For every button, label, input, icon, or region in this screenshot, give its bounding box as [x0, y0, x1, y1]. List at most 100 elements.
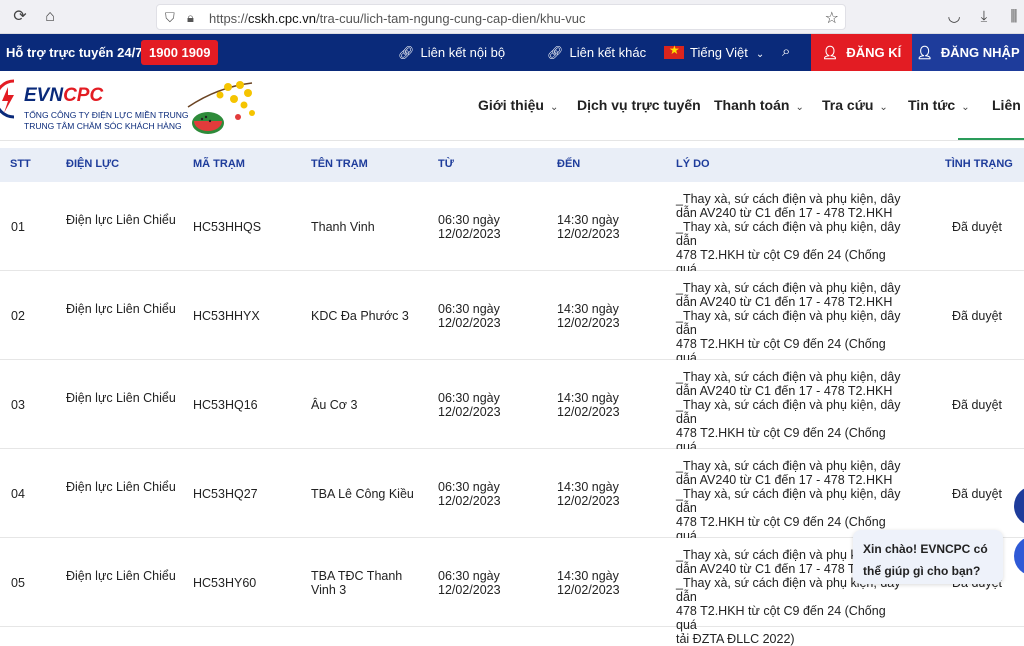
menu-lookup-label: Tra cứu: [822, 97, 874, 113]
download-icon[interactable]: ⤓: [974, 7, 994, 27]
reload-icon[interactable]: ⟳: [10, 7, 30, 27]
ly-do-line: 478 T2.HKH từ cột C9 đến 24 (Chống quá: [676, 604, 886, 632]
menu-payment-label: Thanh toán: [714, 97, 790, 113]
cell-ten-tram: TBA Lê Công Kiều: [311, 487, 414, 501]
hotline-label: Hỗ trợ trực tuyến 24/7:: [6, 45, 147, 60]
logo-wordmark[interactable]: EVNCPC: [24, 85, 103, 107]
link-icon: 🔗︎: [547, 45, 564, 60]
url-prefix: https://: [209, 11, 249, 26]
menu-contact-label: Liên h: [992, 97, 1024, 113]
hotline-number[interactable]: 1900 1909: [141, 40, 219, 65]
cell-tu: 06:30 ngày 12/02/2023: [438, 213, 538, 241]
header-ten-tram: TÊN TRẠM: [311, 158, 368, 170]
ly-do-line: _Thay xà, sứ cách điện và phụ kiện, dây: [676, 281, 901, 295]
cell-den: 14:30 ngày 12/02/2023: [557, 213, 657, 241]
ly-do-line: _Thay xà, sứ cách điện và phụ kiện, dây: [676, 459, 901, 473]
menu-news[interactable]: Tin tức ⌄: [908, 97, 970, 113]
pocket-icon[interactable]: ◡: [944, 7, 964, 27]
lock-icon[interactable]: 🔒︎: [187, 10, 194, 26]
table-row[interactable]: 03 Điện lực Liên Chiểu HC53HQ16 Âu Cơ 3 …: [0, 360, 1024, 468]
cell-den-time: 14:30 ngày: [557, 302, 619, 316]
user-icon: 👤︎: [821, 45, 839, 60]
cell-den-time: 14:30 ngày: [557, 569, 619, 583]
cell-tinh-trang: Đã duyệt: [952, 220, 1003, 234]
table-row[interactable]: 04 Điện lực Liên Chiểu HC53HQ27 TBA Lê C…: [0, 449, 1024, 557]
cell-tu-date: 12/02/2023: [438, 583, 501, 597]
cell-tu-time: 06:30 ngày: [438, 391, 500, 405]
cell-tu-date: 12/02/2023: [438, 494, 501, 508]
menu-online-services[interactable]: Dịch vụ trực tuyến: [577, 97, 701, 113]
ly-do-line: dẫn AV240 từ C1 đến 17 - 478 T2.HKH: [676, 473, 893, 487]
chat-greeting[interactable]: Xin chào! EVNCPC có thể giúp gì cho bạn?: [853, 530, 1003, 584]
cell-den: 14:30 ngày 12/02/2023: [557, 480, 657, 508]
address-bar[interactable]: ⛉ 🔒︎ https://cskh.cpc.vn/tra-cuu/lich-ta…: [156, 4, 846, 30]
chevron-down-icon: ⌄: [879, 102, 888, 113]
table-row[interactable]: 02 Điện lực Liên Chiểu HC53HHYX KDC Đa P…: [0, 271, 1024, 379]
menu-online-services-label: Dịch vụ trực tuyến: [577, 97, 701, 113]
menu-about-label: Giới thiệu: [478, 97, 544, 113]
header-ly-do: LÝ DO: [676, 158, 710, 170]
internal-links-label: Liên kết nội bộ: [420, 45, 506, 60]
evn-logo-icon[interactable]: [0, 77, 20, 121]
chevron-down-icon: ⌄: [549, 102, 559, 113]
cell-ten-tram: Thanh Vinh: [311, 220, 375, 234]
cell-den: 14:30 ngày 12/02/2023: [557, 391, 657, 419]
cell-ma-tram: HC53HHQS: [193, 220, 262, 234]
chevron-down-icon: ⌄: [755, 49, 765, 60]
cell-dien-luc: Điện lực Liên Chiểu: [66, 569, 176, 583]
cell-den: 14:30 ngày 12/02/2023: [557, 302, 657, 330]
ly-do-line: _Thay xà, sứ cách điện và phụ kiện, dây …: [676, 398, 901, 426]
language-select[interactable]: Tiếng Việt ⌄: [664, 43, 765, 60]
shield-icon[interactable]: ⛉: [165, 10, 175, 26]
header-tu: TỪ: [438, 158, 454, 170]
cell-tu: 06:30 ngày 12/02/2023: [438, 391, 538, 419]
menu-lookup[interactable]: Tra cứu ⌄: [822, 97, 888, 113]
cell-tu: 06:30 ngày 12/02/2023: [438, 569, 538, 597]
header-dien-luc: ĐIỆN LỰC: [66, 158, 120, 170]
ly-do-line: _Thay xà, sứ cách điện và phụ kiện, dây …: [676, 487, 901, 515]
login-button[interactable]: 👤︎ ĐĂNG NHẬP: [912, 34, 1024, 71]
search-icon[interactable]: ⌕: [782, 43, 790, 60]
ly-do-line: tải ĐZTA ĐLLC 2022): [676, 632, 795, 646]
table-row[interactable]: 01 Điện lực Liên Chiểu HC53HHQS Thanh Vi…: [0, 182, 1024, 290]
header-tinh-trang: TÌNH TRẠNG: [945, 158, 1013, 170]
register-button[interactable]: 👤︎ ĐĂNG KÍ: [811, 34, 912, 71]
cell-dien-luc: Điện lực Liên Chiểu: [66, 213, 176, 227]
cell-tu-date: 12/02/2023: [438, 316, 501, 330]
cell-tu: 06:30 ngày 12/02/2023: [438, 480, 538, 508]
library-icon[interactable]: ⫼: [1004, 7, 1024, 27]
login-label: ĐĂNG NHẬP: [940, 45, 1020, 60]
url-text[interactable]: https://cskh.cpc.vn/tra-cuu/lich-tam-ngu…: [209, 11, 585, 26]
ly-do-line: _Thay xà, sứ cách điện và phụ kiện, dây …: [676, 309, 901, 337]
cell-den-date: 12/02/2023: [557, 227, 620, 241]
cell-tu-time: 06:30 ngày: [438, 213, 500, 227]
browser-toolbar: ⟳ ⌂ ⛉ 🔒︎ https://cskh.cpc.vn/tra-cuu/lic…: [0, 0, 1024, 34]
cell-den-date: 12/02/2023: [557, 316, 620, 330]
menu-payment[interactable]: Thanh toán ⌄: [714, 97, 804, 113]
chevron-down-icon: ⌄: [795, 102, 804, 113]
home-icon[interactable]: ⌂: [40, 7, 60, 27]
site-header: EVNCPC TỔNG CÔNG TY ĐIỆN LỰC MIỀN TRUNG …: [0, 71, 1024, 141]
language-label: Tiếng Việt: [690, 45, 748, 60]
menu-about[interactable]: Giới thiệu ⌄: [478, 97, 558, 113]
cell-tinh-trang: Đã duyệt: [952, 309, 1003, 323]
cell-den-time: 14:30 ngày: [557, 480, 619, 494]
cell-den-time: 14:30 ngày: [557, 213, 619, 227]
ly-do-line: _Thay xà, sứ cách điện và phụ kiện, dây: [676, 370, 901, 384]
bookmark-star-icon[interactable]: ☆: [825, 8, 839, 28]
url-host: cskh.cpc.vn: [248, 11, 316, 26]
cell-dien-luc: Điện lực Liên Chiểu: [66, 302, 176, 316]
other-links-link[interactable]: 🔗︎ Liên kết khác: [547, 45, 646, 61]
cell-ma-tram: HC53HHYX: [193, 309, 260, 323]
cell-tinh-trang: Đã duyệt: [952, 487, 1003, 501]
internal-links-link[interactable]: 🔗︎ Liên kết nội bộ: [398, 45, 505, 61]
cell-ten-tram: TBA TĐC Thanh Vinh 3: [311, 569, 403, 597]
chevron-down-icon: ⌄: [961, 102, 970, 113]
tet-decoration-image: [187, 81, 255, 134]
table-header: STT ĐIỆN LỰC MÃ TRẠM TÊN TRẠM TỪ ĐẾN LÝ …: [0, 148, 1024, 182]
ly-do-line: dẫn AV240 từ C1 đến 17 - 478 T2.HKH: [676, 384, 893, 398]
active-menu-indicator: [958, 138, 1024, 140]
menu-contact[interactable]: Liên h: [992, 97, 1024, 113]
cell-ma-tram: HC53HQ27: [193, 487, 258, 501]
cell-den-date: 12/02/2023: [557, 494, 620, 508]
